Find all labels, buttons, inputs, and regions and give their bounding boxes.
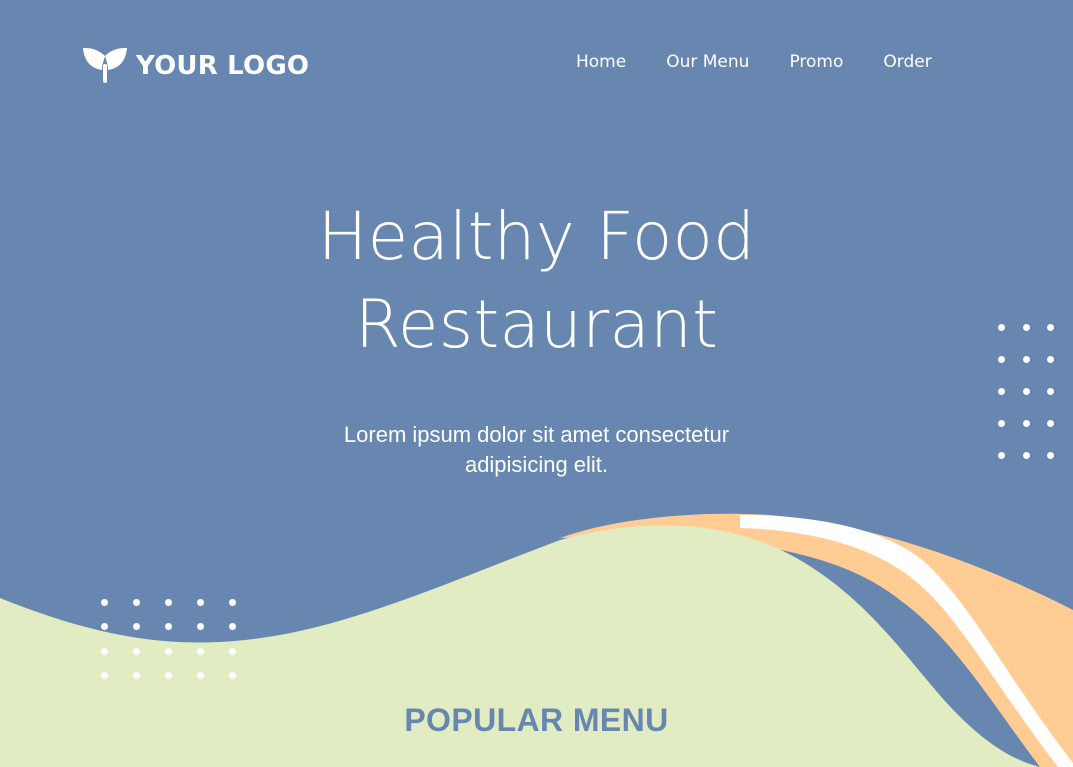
decorative-dot — [100, 647, 108, 655]
nav-promo-link[interactable]: Promo — [789, 54, 843, 71]
decorative-dot — [228, 647, 236, 655]
decorative-dot — [1022, 387, 1030, 395]
decorative-dot — [997, 451, 1005, 459]
decorative-dot — [228, 622, 236, 630]
decorative-dot — [164, 622, 172, 630]
nav-order-link[interactable]: Order — [883, 54, 931, 71]
hero-subtitle: Lorem ipsum dolor sit amet consectetur a… — [0, 420, 1073, 480]
decorative-dot — [1046, 355, 1054, 363]
decorative-dot — [196, 647, 204, 655]
decorative-dot — [1046, 419, 1054, 427]
nav-our-menu-link[interactable]: Our Menu — [666, 54, 749, 71]
decorative-dot — [196, 622, 204, 630]
decorative-dot — [164, 647, 172, 655]
decorative-dot — [997, 419, 1005, 427]
main-navigation: Home Our Menu Promo Order — [576, 54, 932, 71]
wave-background — [0, 513, 1073, 767]
decorative-dot — [1022, 355, 1030, 363]
popular-menu-title: POPULAR MENU — [404, 702, 669, 738]
decorative-dot — [132, 622, 140, 630]
decorative-dot — [1046, 387, 1054, 395]
decorative-dot — [1046, 323, 1054, 331]
decorative-dot — [196, 598, 204, 606]
decorative-dot — [132, 598, 140, 606]
decorative-dot — [164, 598, 172, 606]
decorative-dot — [132, 647, 140, 655]
hero-subtitle-line-1: Lorem ipsum dolor sit amet consectetur — [343, 422, 730, 447]
decorative-dot — [997, 355, 1005, 363]
hero-title: Healthy Food Restaurant — [0, 193, 1073, 369]
hero-title-line-1: Healthy Food — [317, 198, 756, 275]
hero-subtitle-line-2: adipisicing elit. — [464, 452, 609, 477]
decorative-dot — [1022, 451, 1030, 459]
decorative-dot — [1022, 323, 1030, 331]
decorative-dot — [100, 671, 108, 679]
leaf-icon — [82, 46, 128, 84]
decorative-dot — [100, 598, 108, 606]
decorative-dot — [132, 671, 140, 679]
nav-home-link[interactable]: Home — [576, 54, 626, 71]
logo-text: YOUR LOGO — [136, 51, 310, 81]
decorative-dot — [997, 387, 1005, 395]
decorative-dot — [228, 671, 236, 679]
decorative-dot — [100, 622, 108, 630]
decorative-dot — [164, 671, 172, 679]
decorative-dot — [1022, 419, 1030, 427]
logo[interactable]: YOUR LOGO — [82, 46, 309, 84]
hero-title-line-2: Restaurant — [354, 286, 719, 363]
decorative-dot — [997, 323, 1005, 331]
decorative-dot — [196, 671, 204, 679]
decorative-dot — [228, 598, 236, 606]
hero-section: YOUR LOGO Home Our Menu Promo Order Heal… — [0, 0, 1073, 767]
decorative-dot — [1046, 451, 1054, 459]
